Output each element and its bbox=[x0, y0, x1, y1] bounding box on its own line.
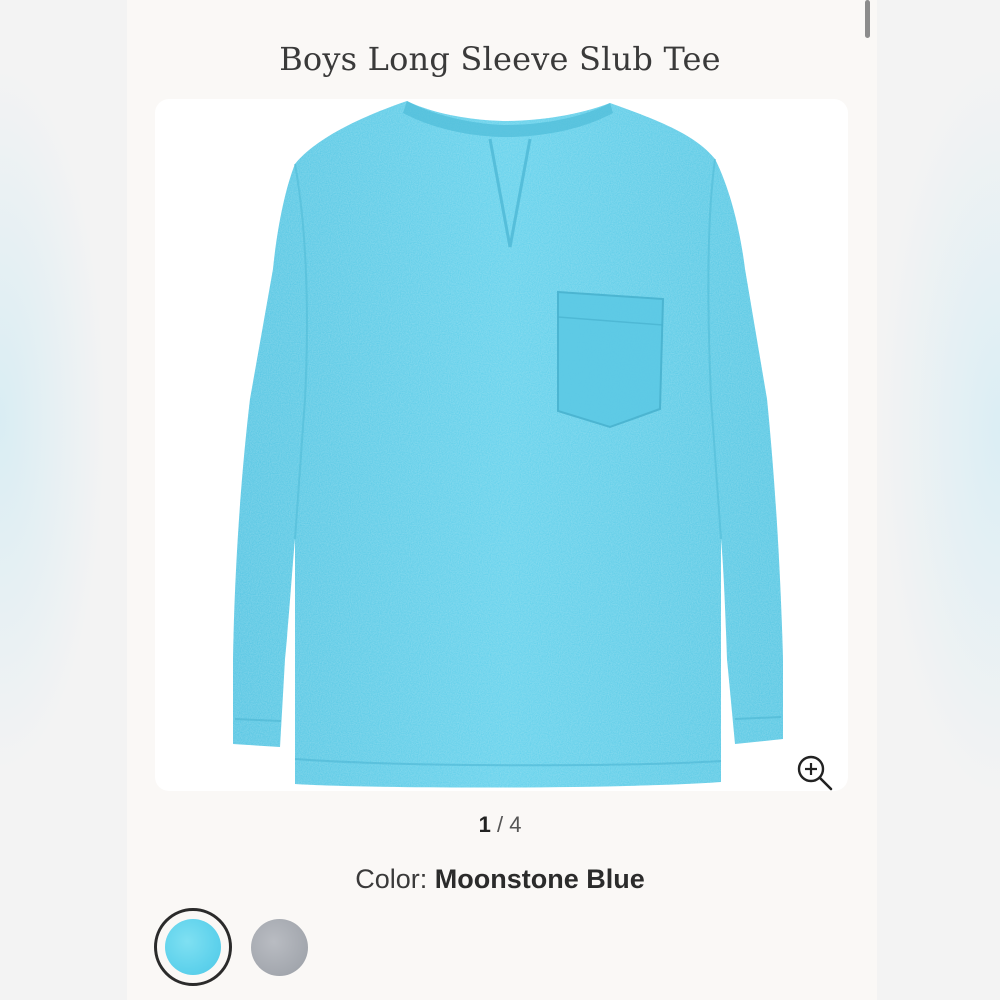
product-image bbox=[233, 101, 783, 788]
swatch-grey[interactable] bbox=[251, 919, 308, 976]
product-title: Boys Long Sleeve Slub Tee bbox=[279, 40, 721, 78]
tee-pocket bbox=[557, 290, 665, 429]
color-label-row: Color: Moonstone Blue bbox=[0, 864, 1000, 895]
color-label: Color: bbox=[355, 864, 428, 894]
pager-total: 4 bbox=[509, 812, 522, 837]
scrollbar[interactable] bbox=[865, 0, 870, 38]
pager-separator: / bbox=[496, 812, 504, 837]
pager-current: 1 bbox=[478, 812, 491, 837]
swatch-moonstone-blue[interactable] bbox=[165, 919, 221, 975]
color-value: Moonstone Blue bbox=[434, 864, 645, 894]
product-image-card[interactable] bbox=[155, 99, 848, 791]
image-pager: 1 / 4 bbox=[0, 812, 1000, 838]
zoom-in-icon[interactable] bbox=[794, 752, 834, 792]
